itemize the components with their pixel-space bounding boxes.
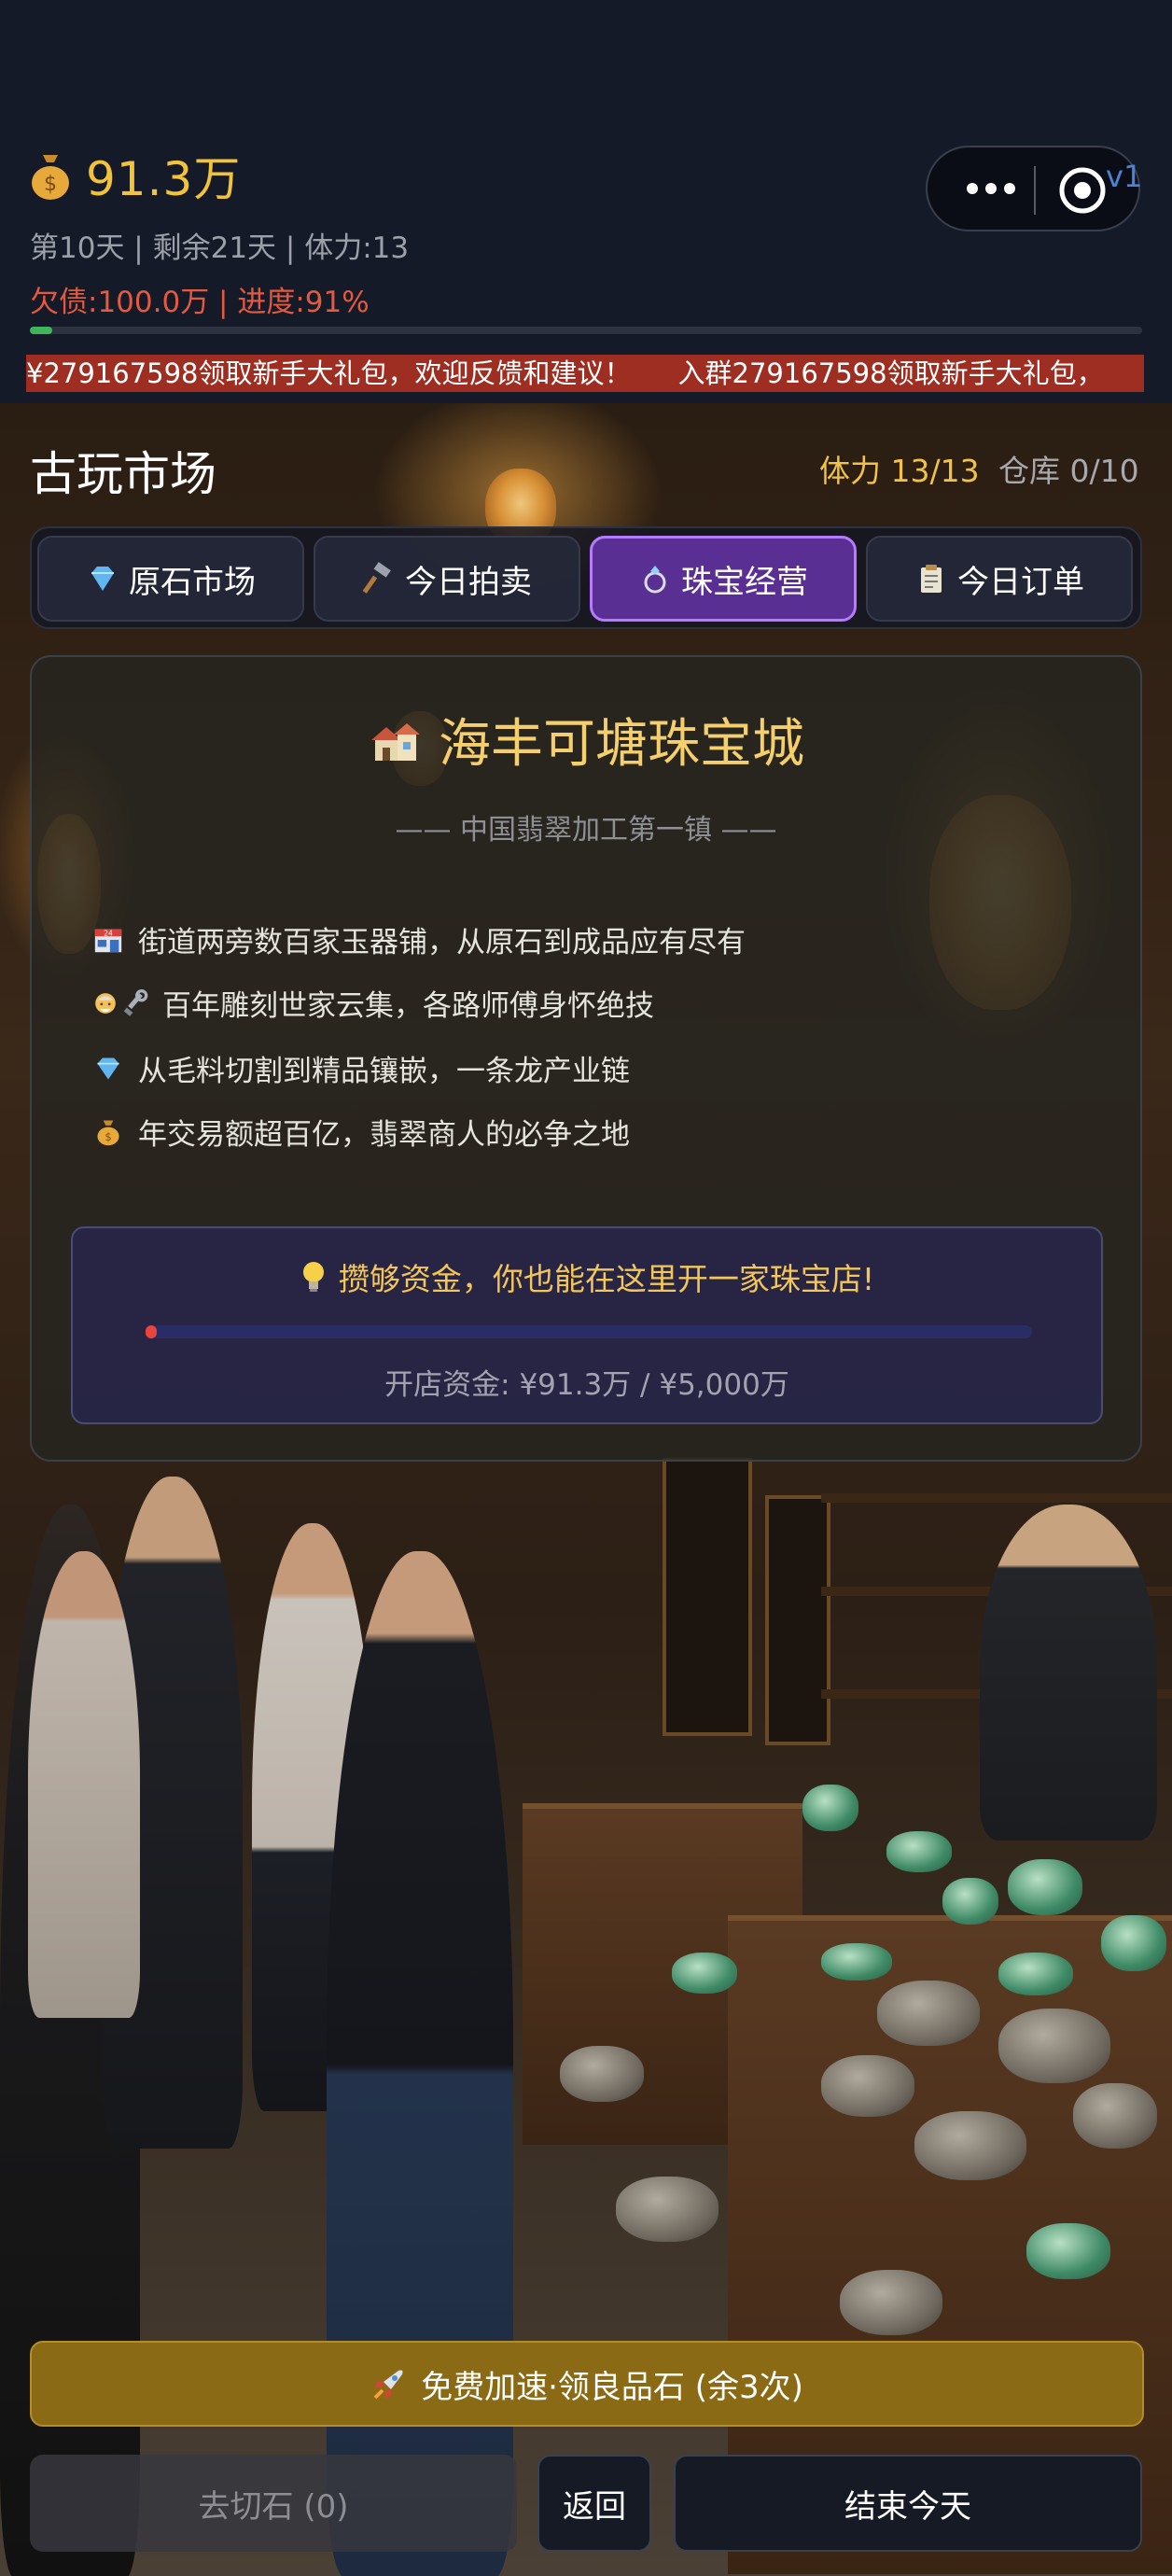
jade-stone [1008,1859,1082,1915]
money-bag-icon: $ [32,155,69,200]
tab-label: 珠宝经营 [681,563,808,601]
raw-stone [840,2270,942,2335]
cut-stone-button[interactable]: 去切石 (0) [30,2455,517,2552]
feature-item: 百年雕刻世家云集，各路师傅身怀绝技 [91,982,654,1024]
jade-stone [821,1943,892,1981]
store-icon: 24 [91,923,125,957]
tab-raw-stone-market[interactable]: 原石市场 [37,536,304,622]
lightbulb-icon [302,1262,324,1292]
feature-text: 百年雕刻世家云集，各路师傅身怀绝技 [162,989,654,1023]
svg-text:$: $ [44,173,57,196]
close-target-icon[interactable] [1056,164,1109,217]
feature-text: 从毛料切割到精品镶嵌，一条龙产业链 [138,1055,630,1088]
back-button[interactable]: 返回 [537,2455,651,2552]
raw-stone [998,2009,1110,2083]
crowd-figure [28,1551,140,2018]
shopkeeper-figure [980,1505,1157,1841]
tab-jewelry-business[interactable]: 珠宝经营 [590,536,857,622]
end-day-button[interactable]: 结束今天 [674,2455,1142,2552]
shop-goal-panel: 攒够资金，你也能在这里开一家珠宝店! 开店资金: ¥91.3万 / ¥5,000… [71,1226,1103,1424]
raw-stone [821,2055,914,2117]
houses-icon [371,722,420,761]
card-title-text: 海丰可塘珠宝城 [439,714,804,775]
ring-icon [644,566,666,594]
version-label: v1 [1106,159,1143,194]
capital-text: 开店资金: ¥91.3万 / ¥5,000万 [384,1368,789,1402]
status-header: $ 91.3万 第10天 | 剩余21天 | 体力:13 欠债:100.0万 |… [0,0,1172,401]
raw-stone [1073,2083,1157,2149]
tab-auction[interactable]: 今日拍卖 [314,536,580,622]
svg-text:$: $ [105,1129,111,1142]
clipboard-icon [921,565,942,593]
rocket-icon [373,2370,403,2400]
day-stats: 第10天 | 剩余21天 | 体力:13 [30,231,410,265]
feature-text: 街道两旁数百家玉器铺，从原石到成品应有尽有 [138,926,746,959]
jade-stone [998,1953,1073,1995]
raw-stone [877,1981,980,2046]
marquee-text: ¥279167598领取新手大礼包，欢迎反馈和建议！ [26,357,632,389]
money-display: $ 91.3万 [28,142,241,209]
raw-stone [616,2177,719,2242]
boost-label: 免费加速·领良品石 (余3次) [421,2368,803,2406]
money-bag-icon: $ [91,1115,125,1149]
warehouse-indicator: 仓库 0/10 [998,453,1139,489]
jade-stone [1101,1915,1166,1971]
jewelry-city-card: 海丰可塘珠宝城 —— 中国翡翠加工第一镇 —— 24 街道两旁数百家玉器铺，从原… [30,655,1142,1462]
tab-daily-orders[interactable]: 今日订单 [866,536,1133,622]
raw-stone [914,2111,1026,2180]
diamond-icon [91,567,114,591]
tab-label: 原石市场 [129,563,256,601]
marquee-text-2: 入群279167598领取新手大礼包， [677,357,1104,389]
shop-goal-tip: 攒够资金，你也能在这里开一家珠宝店! [73,1254,1101,1299]
debt-stats: 欠债:100.0万 | 进度:91% [30,286,370,319]
jade-stone [1026,2223,1110,2279]
free-boost-button[interactable]: 免费加速·领良品石 (余3次) [30,2341,1144,2427]
hammer-icon [362,562,391,594]
progress-bar [30,327,1142,334]
capsule-divider [1034,166,1036,215]
tab-label: 今日拍卖 [405,563,532,601]
feature-text: 年交易额超百亿，翡翠商人的必争之地 [138,1118,630,1152]
jade-stone [886,1831,952,1872]
shelf [821,1493,1172,1503]
market-tabs: 原石市场 今日拍卖 珠宝经营 今日订单 [30,526,1142,629]
tip-text: 攒够资金，你也能在这里开一家珠宝店! [338,1261,875,1297]
jade-stall-sign [663,1458,752,1736]
stamina-indicator: 体力 13/13 [819,453,980,489]
progress-bar-fill [30,327,52,334]
capital-progress-fill [146,1325,157,1338]
raw-stone [560,2046,644,2102]
feature-item: $ 年交易额超百亿，翡翠商人的必争之地 [91,1111,630,1153]
feature-item: 从毛料切割到精品镶嵌，一条龙产业链 [91,1047,630,1089]
card-subtitle: —— 中国翡翠加工第一镇 —— [395,814,777,847]
tab-label: 今日订单 [957,563,1084,601]
money-value: 91.3万 [86,152,242,206]
market-title: 古玩市场 [30,447,216,501]
more-menu-button[interactable] [954,164,1028,213]
feature-item: 24 街道两旁数百家玉器铺，从原石到成品应有尽有 [91,918,746,960]
jade-trade-sign [765,1495,830,1745]
svg-text:24: 24 [104,929,113,937]
jade-stone [672,1953,737,1994]
announcement-marquee: ¥279167598领取新手大礼包，欢迎反馈和建议！ 入群279167598领取新… [26,355,1144,392]
diamond-icon [91,1052,125,1085]
craftsman-icon [91,987,149,1019]
jade-stone [802,1785,858,1831]
capital-progress-bar [146,1325,1032,1338]
jade-stone [942,1878,998,1925]
card-title: 海丰可塘珠宝城 [32,702,1140,777]
